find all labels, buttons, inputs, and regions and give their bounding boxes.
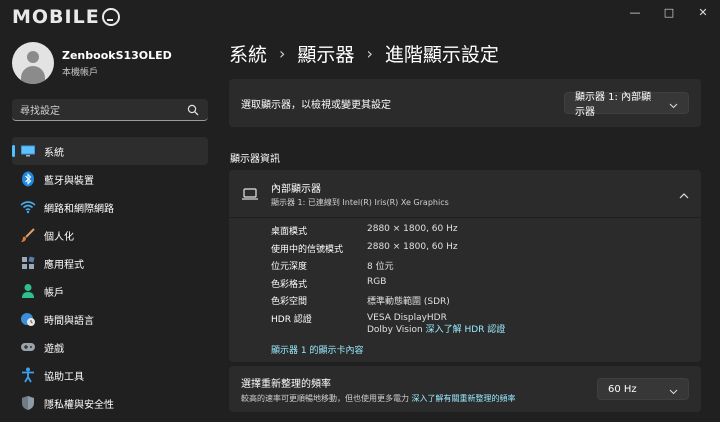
sidebar-item-privacy-security[interactable]: 隱私權與安全性: [12, 389, 208, 417]
sidebar-nav: 系統 藍牙與裝置 網路和網際網路 個人化 應用程式 帳戶 時間與語言 遊戲 協助…: [12, 137, 208, 417]
apps-icon: [20, 255, 36, 271]
search-placeholder: 尋找設定: [20, 106, 60, 117]
sidebar-item-label: 網路和網際網路: [44, 203, 114, 215]
logo-text: MOBILE: [12, 6, 100, 28]
info-value: 2880 × 1800, 60 Hz: [367, 224, 458, 234]
info-value: RGB: [367, 276, 387, 287]
user-profile[interactable]: ZenbookS13OLED 本機帳戶: [12, 42, 172, 84]
info-row-hdr: HDR 認證 VESA DisplayHDR Dolby Vision 深入了解…: [271, 312, 701, 340]
info-value: 2880 × 1800, 60 Hz: [367, 241, 458, 252]
info-key: 桌面模式: [271, 227, 308, 237]
select-display-label: 選取顯示器，以檢視或變更其設定: [241, 99, 391, 111]
avatar-body-icon: [21, 66, 45, 84]
sidebar-item-label: 個人化: [44, 231, 74, 243]
info-key: 色彩空間: [271, 297, 308, 307]
display-select-dropdown[interactable]: 顯示器 1: 內部顯示器: [564, 92, 689, 118]
search-input[interactable]: 尋找設定: [12, 99, 208, 121]
refresh-rate-description: 較高的速率可更順暢地移動，但也使用更多電力 深入了解有關重新整理的頻率: [241, 393, 597, 404]
brush-icon: [20, 227, 36, 243]
chevron-up-icon[interactable]: [679, 184, 689, 203]
info-key: 色彩格式: [271, 279, 308, 290]
info-value: VESA DisplayHDR Dolby Vision 深入了解 HDR 認證: [367, 312, 505, 336]
sidebar-item-accounts[interactable]: 帳戶: [12, 277, 208, 305]
info-row: 位元深度 8 位元: [271, 259, 701, 277]
avatar-head-icon: [27, 51, 39, 63]
select-display-card: 選取顯示器，以檢視或變更其設定 顯示器 1: 內部顯示器: [229, 79, 701, 127]
person-icon: [20, 283, 36, 299]
laptop-icon: [241, 186, 259, 202]
hdr-cert-line1: VESA DisplayHDR: [367, 312, 447, 323]
breadcrumb-item-system[interactable]: 系統: [229, 40, 267, 67]
info-row: 色彩空間 標準動態範圍 (SDR): [271, 294, 701, 312]
info-value: 8 位元: [367, 262, 394, 272]
sidebar-item-label: 遊戲: [44, 343, 64, 355]
profile-name: ZenbookS13OLED: [62, 48, 172, 62]
monitor-icon: [20, 143, 36, 159]
sidebar-item-label: 協助工具: [44, 371, 84, 383]
chevron-down-icon: [669, 94, 678, 113]
sidebar-item-time-language[interactable]: 時間與語言: [12, 305, 208, 333]
hdr-cert-line2: Dolby Vision: [367, 324, 423, 335]
sidebar-item-label: 藍牙與裝置: [44, 175, 94, 187]
close-button[interactable]: ✕: [686, 0, 720, 24]
sidebar-item-label: 帳戶: [44, 287, 64, 299]
minimize-button[interactable]: —: [618, 0, 652, 24]
hdr-learn-more-link[interactable]: 深入了解 HDR 認證: [426, 325, 506, 335]
shield-icon: [20, 395, 36, 411]
sidebar-item-bluetooth-devices[interactable]: 藍牙與裝置: [12, 165, 208, 193]
refresh-rate-learn-more-link[interactable]: 深入了解有關重新整理的頻率: [412, 394, 516, 403]
breadcrumb: 系統 › 顯示器 › 進階顯示設定: [229, 40, 499, 67]
breadcrumb-item-display[interactable]: 顯示器: [297, 40, 354, 67]
search-icon[interactable]: [186, 103, 200, 117]
window-controls: — □ ✕: [618, 0, 720, 24]
app-logo: MOBILE: [12, 6, 120, 28]
sidebar-item-label: 系統: [44, 147, 64, 159]
display-info-header[interactable]: 內部顯示器 顯示器 1: 已連線到 Intel(R) Iris(R) Xe Gr…: [229, 170, 701, 218]
display-info-subtitle: 顯示器 1: 已連線到 Intel(R) Iris(R) Xe Graphics: [271, 197, 449, 207]
refresh-rate-dropdown[interactable]: 60 Hz: [597, 378, 689, 400]
sidebar-item-label: 隱私權與安全性: [44, 399, 114, 411]
dropdown-value: 60 Hz: [608, 383, 637, 395]
refresh-rate-card: 選擇重新整理的頻率 較高的速率可更順暢地移動，但也使用更多電力 深入了解有關重新…: [229, 366, 701, 412]
display-info-title: 內部顯示器: [271, 183, 321, 195]
title-bar: MOBILE — □ ✕: [0, 0, 720, 29]
accessibility-icon: [20, 367, 36, 383]
wifi-icon: [20, 199, 36, 215]
sidebar-item-label: 時間與語言: [44, 315, 94, 327]
sidebar-item-apps[interactable]: 應用程式: [12, 249, 208, 277]
logo-mark-icon: [101, 8, 120, 26]
info-row: 桌面模式 2880 × 1800, 60 Hz: [271, 224, 701, 242]
refresh-rate-title: 選擇重新整理的頻率: [241, 378, 331, 390]
avatar: [12, 42, 54, 84]
refresh-rate-desc-text: 較高的速率可更順暢地移動，但也使用更多電力: [241, 393, 409, 403]
sidebar-item-network[interactable]: 網路和網際網路: [12, 193, 208, 221]
adapter-properties-link[interactable]: 顯示器 1 的顯示卡內容: [271, 343, 363, 356]
globe-clock-icon: [20, 311, 36, 327]
maximize-button[interactable]: □: [652, 0, 686, 24]
display-info-rows: 桌面模式 2880 × 1800, 60 Hz 使用中的信號模式 2880 × …: [229, 218, 701, 340]
info-row: 使用中的信號模式 2880 × 1800, 60 Hz: [271, 242, 701, 260]
info-key: HDR 認證: [271, 314, 312, 325]
info-row: 色彩格式 RGB: [271, 277, 701, 295]
section-title: 顯示器資訊: [230, 154, 280, 165]
chevron-down-icon: [669, 380, 678, 399]
sidebar-item-system[interactable]: 系統: [12, 137, 208, 165]
gamepad-icon: [20, 339, 36, 355]
info-key: 位元深度: [271, 262, 308, 272]
sidebar-item-label: 應用程式: [44, 259, 84, 271]
dropdown-value: 顯示器 1: 內部顯示器: [575, 92, 652, 118]
sidebar-item-personalization[interactable]: 個人化: [12, 221, 208, 249]
info-key: 使用中的信號模式: [271, 244, 344, 255]
bluetooth-icon: [20, 171, 36, 187]
profile-account-type: 本機帳戶: [62, 67, 99, 78]
chevron-right-icon: ›: [366, 44, 373, 63]
sidebar-item-gaming[interactable]: 遊戲: [12, 333, 208, 361]
sidebar-item-accessibility[interactable]: 協助工具: [12, 361, 208, 389]
info-value: 標準動態範圍 (SDR): [367, 297, 450, 307]
display-info-card: 內部顯示器 顯示器 1: 已連線到 Intel(R) Iris(R) Xe Gr…: [229, 170, 701, 362]
chevron-right-icon: ›: [279, 44, 286, 63]
page-title: 進階顯示設定: [384, 44, 499, 66]
